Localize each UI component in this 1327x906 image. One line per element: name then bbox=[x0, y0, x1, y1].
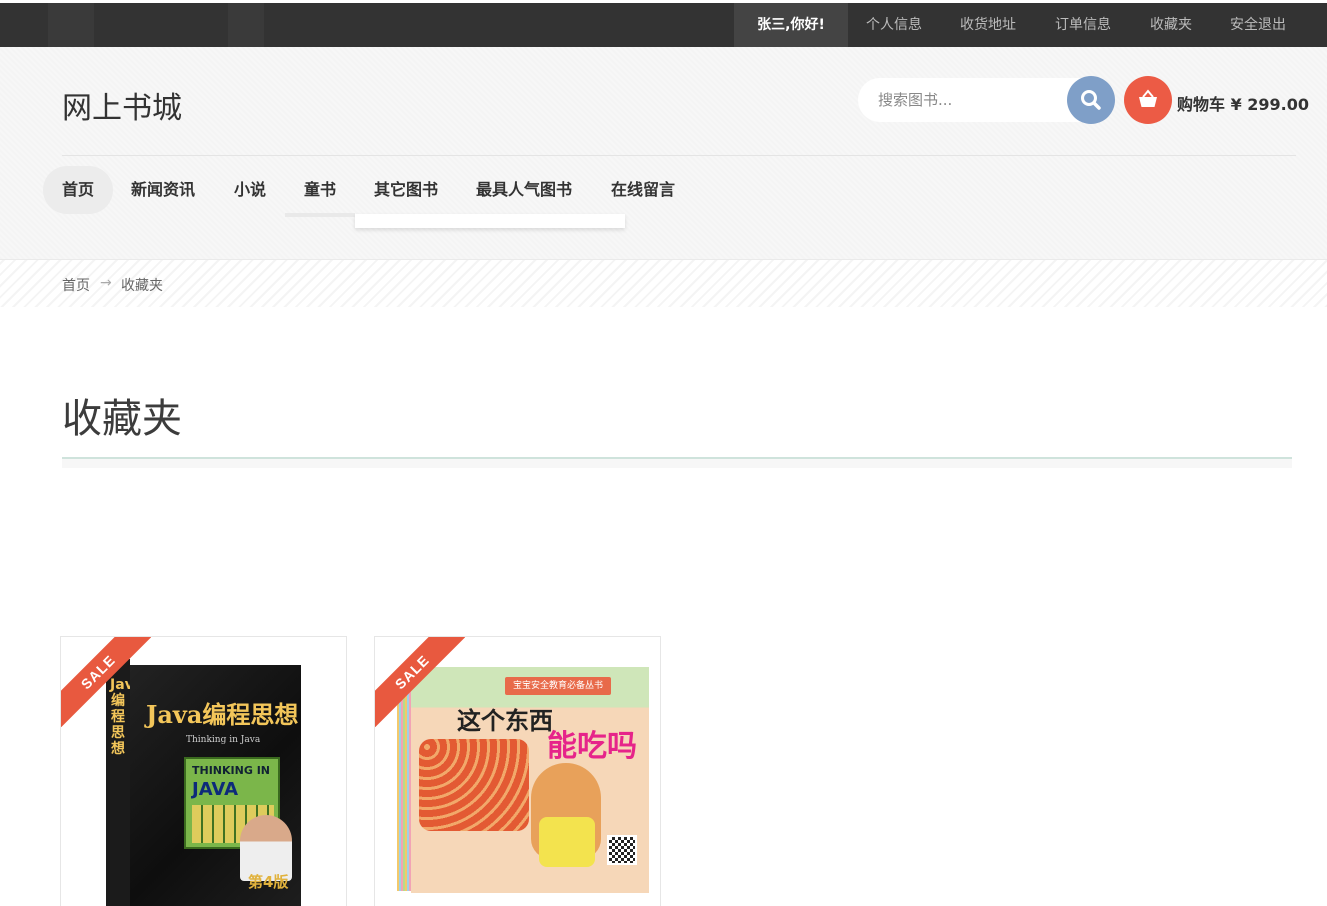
profile-link[interactable]: 个人信息 bbox=[866, 3, 922, 47]
search-icon bbox=[1081, 90, 1101, 110]
nav-other-books[interactable]: 其它图书 bbox=[374, 166, 438, 214]
nav-guestbook[interactable]: 在线留言 bbox=[611, 166, 675, 214]
nav-dropdown-menu[interactable] bbox=[355, 214, 625, 228]
header-divider bbox=[62, 155, 1296, 156]
cover-title-line2: 能吃吗 bbox=[547, 729, 637, 764]
search-input[interactable] bbox=[878, 88, 1058, 112]
orders-link[interactable]: 订单信息 bbox=[1055, 3, 1111, 47]
cover-edition: 第4版 bbox=[248, 873, 289, 891]
address-link[interactable]: 收货地址 bbox=[960, 3, 1016, 47]
cover-subtitle: Thinking in Java bbox=[186, 735, 261, 745]
nav-popular-books[interactable]: 最具人气图书 bbox=[476, 166, 572, 214]
favorites-link[interactable]: 收藏夹 bbox=[1150, 3, 1192, 47]
sale-label: SALE bbox=[61, 637, 151, 727]
cover-sofa-illustration bbox=[419, 739, 529, 831]
cover-series-banner: 宝宝安全教育必备丛书 bbox=[505, 677, 611, 695]
user-greeting: 张三,你好! bbox=[734, 3, 848, 47]
cover-artwork-word: JAVA bbox=[192, 779, 239, 800]
site-header: 网上书城 购物车 ¥ 299.00 首页 新闻资讯 小说 童书 其它图书 最具人… bbox=[0, 47, 1327, 259]
top-bar-block bbox=[48, 3, 94, 47]
breadcrumb-home[interactable]: 首页 bbox=[62, 275, 90, 295]
basket-icon bbox=[1139, 89, 1157, 107]
sale-badge: SALE bbox=[375, 637, 465, 727]
breadcrumb: 首页 → 收藏夹 bbox=[0, 259, 1327, 307]
nav-home[interactable]: 首页 bbox=[62, 166, 94, 214]
top-bar: 张三,你好! 个人信息 收货地址 订单信息 收藏夹 安全退出 bbox=[0, 0, 1327, 47]
sale-label: SALE bbox=[375, 637, 465, 727]
nav-news[interactable]: 新闻资讯 bbox=[131, 166, 195, 214]
cart-total[interactable]: 购物车 ¥ 299.00 bbox=[1177, 91, 1309, 115]
cover-artwork-label: THINKING IN bbox=[192, 764, 270, 777]
search-button[interactable] bbox=[1067, 76, 1115, 124]
cover-title-line1: 这个东西 bbox=[457, 707, 553, 735]
cover-title: Java编程思想 bbox=[146, 700, 299, 729]
nav-novels[interactable]: 小说 bbox=[234, 166, 266, 214]
cart-button[interactable] bbox=[1124, 76, 1172, 124]
title-divider-shadow bbox=[62, 459, 1292, 468]
product-card[interactable]: 宝宝安全教育必备丛书 这个东西 能吃吗 SALE bbox=[374, 636, 661, 906]
breadcrumb-current: 收藏夹 bbox=[121, 278, 163, 294]
page-title: 收藏夹 bbox=[62, 396, 182, 442]
top-bar-block bbox=[228, 3, 264, 47]
logout-link[interactable]: 安全退出 bbox=[1230, 3, 1286, 47]
cover-bunny-dress bbox=[539, 817, 595, 867]
site-logo[interactable]: 网上书城 bbox=[62, 83, 182, 127]
product-card[interactable]: Java编程思想 Java编程思想 Thinking in Java THINK… bbox=[60, 636, 347, 906]
sale-badge: SALE bbox=[61, 637, 151, 727]
cover-qr-code bbox=[607, 835, 637, 865]
nav-hover-indicator bbox=[285, 213, 355, 217]
nav-children-books[interactable]: 童书 bbox=[304, 166, 336, 214]
book-cover: Java编程思想 Thinking in Java THINKING IN JA… bbox=[130, 665, 301, 906]
breadcrumb-arrow-icon: → bbox=[100, 275, 112, 291]
